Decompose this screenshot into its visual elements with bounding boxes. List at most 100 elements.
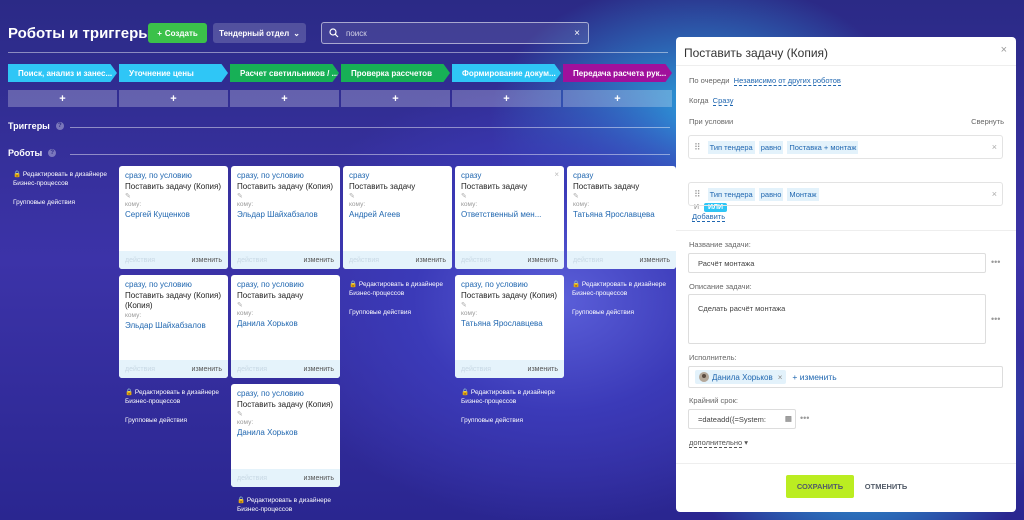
search-input[interactable]: поиск × xyxy=(321,22,589,44)
edit-in-designer-link[interactable]: 🔒 Редактировать в дизайнере xyxy=(237,496,331,505)
robot-name: Поставить задачу xyxy=(349,182,416,191)
group-actions-link[interactable]: Групповые действия xyxy=(349,308,443,317)
remove-condition-icon[interactable]: × xyxy=(992,142,997,152)
change-executor-link[interactable]: + изменить xyxy=(792,372,836,382)
cancel-button[interactable]: ОТМЕНИТЬ xyxy=(865,475,907,498)
robot-settings-panel: Поставить задачу (Копия) × По очереди Не… xyxy=(676,37,1016,512)
pencil-icon[interactable]: ✎ xyxy=(455,192,564,200)
pencil-icon[interactable]: ✎ xyxy=(231,410,340,418)
pencil-icon[interactable]: ✎ xyxy=(231,192,340,200)
save-button[interactable]: СОХРАНИТЬ xyxy=(786,475,854,498)
edit-link[interactable]: изменить xyxy=(304,475,334,482)
more-icon[interactable]: ••• xyxy=(800,413,809,423)
stage-5[interactable]: Формирование докум... xyxy=(452,64,561,82)
robot-condition[interactable]: сразу xyxy=(567,166,676,180)
drag-handle-icon[interactable]: ⠿ xyxy=(694,142,701,153)
stage-2[interactable]: Уточнение цены xyxy=(119,64,228,82)
robot-card[interactable]: сразу Поставить задачу ✎ кому: Андрей Аг… xyxy=(343,166,452,269)
condition-item[interactable]: ⠿ Тип тендера равно Поставка + монтаж × xyxy=(688,135,1003,159)
edit-in-designer-link[interactable]: 🔒 Редактировать в дизайнере xyxy=(349,280,443,289)
robot-card[interactable]: сразу, по условию Поставить задачу (Копи… xyxy=(119,275,228,378)
remove-condition-icon[interactable]: × xyxy=(992,189,997,199)
more-icon[interactable]: ••• xyxy=(991,257,1000,267)
help-icon[interactable]: ? xyxy=(55,122,64,130)
add-robot-button[interactable]: + xyxy=(341,90,450,107)
add-robot-button[interactable]: + xyxy=(8,90,117,107)
pencil-icon[interactable]: ✎ xyxy=(343,192,452,200)
stage-6[interactable]: Передача расчета рук... xyxy=(563,64,672,82)
add-robot-button[interactable]: + xyxy=(119,90,228,107)
condition-field[interactable]: Тип тендера xyxy=(707,140,755,154)
close-icon[interactable]: × xyxy=(554,170,559,179)
robot-to-label: кому: xyxy=(237,310,254,317)
edit-link[interactable]: изменить xyxy=(528,257,558,264)
department-select[interactable]: Тендерный отдел ⌄ xyxy=(213,23,306,43)
edit-link[interactable]: изменить xyxy=(192,257,222,264)
robot-card[interactable]: сразу Поставить задачу ✎ кому: Татьяна Я… xyxy=(567,166,676,269)
help-icon[interactable]: ? xyxy=(48,149,57,157)
robot-condition[interactable]: сразу xyxy=(343,166,452,180)
add-robot-button[interactable]: + xyxy=(452,90,561,107)
robot-card[interactable]: сразу, по условию Поставить задачу ✎ ком… xyxy=(231,275,340,378)
stage-3[interactable]: Расчет светильников / ... xyxy=(230,64,339,82)
calendar-icon[interactable]: ▦ xyxy=(785,414,792,423)
robot-condition[interactable]: сразу, по условию xyxy=(231,166,340,180)
robot-condition[interactable]: сразу, по условию xyxy=(231,384,340,398)
robot-card[interactable]: сразу, по условию Поставить задачу (Копи… xyxy=(455,275,564,378)
robot-condition[interactable]: сразу, по условию xyxy=(119,166,228,180)
group-actions-link[interactable]: Групповые действия xyxy=(13,198,107,207)
edit-in-designer-link[interactable]: 🔒 Редактировать в дизайнере xyxy=(125,388,219,397)
robot-card[interactable]: сразу, по условию Поставить задачу (Копи… xyxy=(231,384,340,487)
edit-in-designer-link[interactable]: 🔒 Редактировать в дизайнере xyxy=(572,280,666,289)
stage-4[interactable]: Проверка рассчетов xyxy=(341,64,450,82)
edit-link[interactable]: изменить xyxy=(640,257,670,264)
collapse-link[interactable]: Свернуть xyxy=(971,117,1004,126)
add-robot-button[interactable]: + xyxy=(563,90,672,107)
stage-1[interactable]: Поиск, анализ и занес... xyxy=(8,64,117,82)
when-select[interactable]: Сразу xyxy=(712,96,734,106)
edit-in-designer-link[interactable]: 🔒 Редактировать в дизайнере xyxy=(13,170,107,179)
condition-operator[interactable]: равно xyxy=(758,140,784,154)
condition-field[interactable]: Тип тендера xyxy=(707,187,755,201)
drag-handle-icon[interactable]: ⠿ xyxy=(694,189,701,200)
pencil-icon[interactable]: ✎ xyxy=(119,192,228,200)
queue-select[interactable]: Независимо от других роботов xyxy=(733,76,841,86)
robot-condition[interactable]: сразу, по условию xyxy=(119,275,228,289)
task-name-input[interactable]: Расчёт монтажа xyxy=(688,253,986,273)
pencil-icon[interactable]: ✎ xyxy=(567,192,676,200)
condition-value[interactable]: Монтаж xyxy=(787,187,819,201)
robot-condition[interactable]: сразу, по условию xyxy=(455,275,564,289)
edit-in-designer-link[interactable]: 🔒 Редактировать в дизайнере xyxy=(461,388,555,397)
condition-item[interactable]: ⠿ Тип тендера равно Монтаж × xyxy=(688,182,1003,206)
edit-link[interactable]: изменить xyxy=(304,366,334,373)
pencil-icon[interactable]: ✎ xyxy=(231,301,340,309)
robot-card[interactable]: × сразу Поставить задачу ✎ кому: Ответст… xyxy=(455,166,564,269)
close-icon[interactable]: × xyxy=(1001,44,1007,56)
group-actions-link[interactable]: Групповые действия xyxy=(461,416,555,425)
chevron-down-icon: ⌄ xyxy=(293,28,300,38)
deadline-input[interactable]: =dateadd({=System: ▦ xyxy=(688,409,796,429)
add-condition-link[interactable]: Добавить xyxy=(692,212,726,222)
edit-link[interactable]: изменить xyxy=(304,257,334,264)
create-button[interactable]: + Создать xyxy=(148,23,207,43)
add-robot-row: + + + + + + xyxy=(8,90,672,107)
pencil-icon[interactable]: ✎ xyxy=(455,301,564,309)
edit-link[interactable]: изменить xyxy=(192,366,222,373)
edit-link[interactable]: изменить xyxy=(416,257,446,264)
robot-condition[interactable]: сразу xyxy=(455,166,564,180)
robot-card[interactable]: сразу, по условию Поставить задачу (Копи… xyxy=(231,166,340,269)
more-icon[interactable]: ••• xyxy=(991,314,1000,324)
clear-icon[interactable]: × xyxy=(574,28,580,39)
edit-link[interactable]: изменить xyxy=(528,366,558,373)
condition-operator[interactable]: равно xyxy=(758,187,784,201)
more-options-toggle[interactable]: дополнительно ▾ xyxy=(689,438,748,448)
remove-executor-icon[interactable]: × xyxy=(778,373,783,382)
executor-field[interactable]: Данила Хорьков × + изменить xyxy=(688,366,1003,388)
task-description-textarea[interactable]: Сделать расчёт монтажа xyxy=(688,294,986,344)
robot-condition[interactable]: сразу, по условию xyxy=(231,275,340,289)
add-robot-button[interactable]: + xyxy=(230,90,339,107)
group-actions-link[interactable]: Групповые действия xyxy=(572,308,666,317)
condition-value[interactable]: Поставка + монтаж xyxy=(787,140,859,154)
group-actions-link[interactable]: Групповые действия xyxy=(125,416,219,425)
robot-card[interactable]: сразу, по условию Поставить задачу (Копи… xyxy=(119,166,228,269)
